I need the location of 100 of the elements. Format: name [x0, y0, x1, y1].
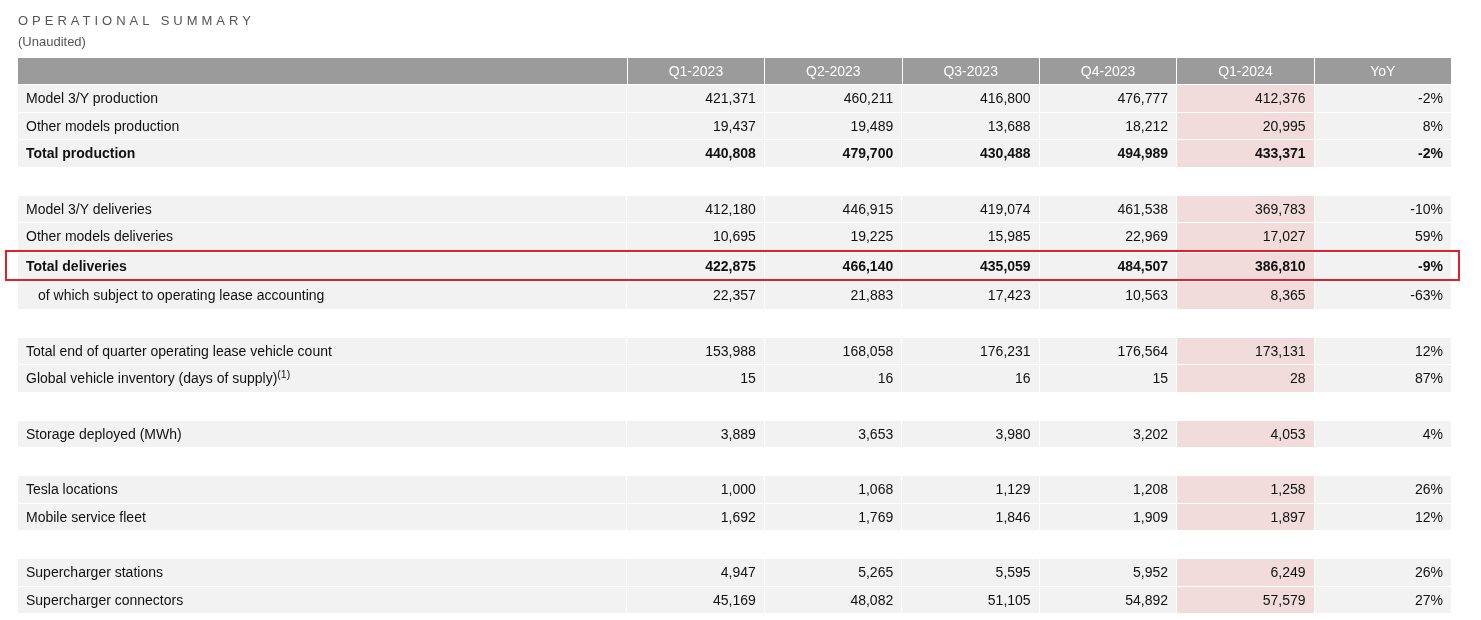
table-cell: 422,875 [626, 251, 764, 279]
table-cell: 5,265 [763, 558, 902, 586]
table-cell: 4,947 [626, 558, 764, 586]
table-cell: 21,883 [763, 281, 902, 309]
table-cell: 45,169 [626, 585, 764, 613]
table-cell: 1,909 [1038, 502, 1177, 530]
table-cell: 15 [1038, 364, 1177, 392]
table-cell: 412,180 [626, 194, 764, 222]
table-cell: 460,211 [763, 84, 902, 112]
table-cell: 1,846 [901, 502, 1039, 530]
table-cell: 1,692 [626, 502, 764, 530]
table-cell: 17,423 [901, 281, 1039, 309]
table-cell: 19,489 [763, 111, 902, 139]
table-cell: 15,985 [901, 222, 1039, 250]
table-cell: 26% [1313, 475, 1451, 503]
table-cell: 173,131 [1176, 336, 1314, 364]
table-cell: -63% [1313, 281, 1451, 309]
table-cell: -10% [1313, 194, 1451, 222]
table-cell: 476,777 [1038, 84, 1177, 112]
table-cell: 386,810 [1176, 251, 1314, 279]
table-cell: 10,563 [1038, 281, 1177, 309]
table-cell: 176,231 [901, 336, 1039, 364]
table-cell: 10,695 [626, 222, 764, 250]
report-subtitle: (Unaudited) [18, 33, 86, 51]
table-cell: 1,068 [763, 475, 902, 503]
table-cell: 176,564 [1038, 336, 1177, 364]
table-cell: 440,808 [626, 139, 764, 167]
table-cell: 1,000 [626, 475, 764, 503]
table-cell: 461,538 [1038, 194, 1177, 222]
row-label: of which subject to operating lease accounting [18, 281, 627, 309]
row-label: Other models deliveries [18, 222, 627, 250]
table-cell: -9% [1313, 251, 1451, 279]
table-cell: 8,365 [1176, 281, 1314, 309]
table-cell: 51,105 [901, 585, 1039, 613]
row-label: Tesla locations [18, 475, 627, 503]
table-cell: 57,579 [1176, 585, 1314, 613]
table-cell: 22,357 [626, 281, 764, 309]
table-cell: 87% [1313, 364, 1451, 392]
table-cell: 4% [1313, 419, 1451, 447]
table-cell: 494,989 [1038, 139, 1177, 167]
table-cell: -2% [1313, 84, 1451, 112]
table-cell: 3,889 [626, 419, 764, 447]
table-cell: 1,258 [1176, 475, 1314, 503]
row-label: Supercharger stations [18, 558, 627, 586]
table-cell: 28 [1176, 364, 1314, 392]
row-label: Supercharger connectors [18, 585, 627, 613]
table-cell: 12% [1313, 336, 1451, 364]
table-cell: 18,212 [1038, 111, 1177, 139]
table-cell: -2% [1313, 139, 1451, 167]
table-cell: 59% [1313, 222, 1451, 250]
table-cell: 419,074 [901, 194, 1039, 222]
table-cell: 435,059 [901, 251, 1039, 279]
table-cell: 17,027 [1176, 222, 1314, 250]
table-cell: 27% [1313, 585, 1451, 613]
table-cell: 153,988 [626, 336, 764, 364]
table-cell: 20,995 [1176, 111, 1314, 139]
table-cell: 48,082 [763, 585, 902, 613]
row-label: Total end of quarter operating lease vehicle count [18, 336, 627, 364]
table-cell: 446,915 [763, 194, 902, 222]
table-cell: 8% [1313, 111, 1451, 139]
table-cell: 22,969 [1038, 222, 1177, 250]
table-cell: 1,769 [763, 502, 902, 530]
table-cell: 433,371 [1176, 139, 1314, 167]
table-cell: 168,058 [763, 336, 902, 364]
table-cell: 479,700 [763, 139, 902, 167]
table-cell: 3,653 [763, 419, 902, 447]
row-label: Mobile service fleet [18, 502, 627, 530]
table-cell: 1,129 [901, 475, 1039, 503]
table-cell: 369,783 [1176, 194, 1314, 222]
table-cell: 12% [1313, 502, 1451, 530]
table-cell: 19,225 [763, 222, 902, 250]
table-cell: 3,202 [1038, 419, 1177, 447]
table-cell: 19,437 [626, 111, 764, 139]
table-cell: 3,980 [901, 419, 1039, 447]
column-header: Q3-2023 [901, 58, 1039, 84]
report-title: OPERATIONAL SUMMARY [18, 12, 255, 30]
table-cell: 484,507 [1038, 251, 1177, 279]
row-label: Total production [18, 139, 627, 167]
row-label: Global vehicle inventory (days of supply)$^{(1)}$ [18, 364, 627, 392]
row-label: Total deliveries [18, 251, 627, 279]
table-cell: 466,140 [763, 251, 902, 279]
column-header: Q2-2023 [764, 58, 902, 84]
table-cell: 4,053 [1176, 419, 1314, 447]
table-cell: 16 [901, 364, 1039, 392]
table-cell: 5,595 [901, 558, 1039, 586]
table-cell: 54,892 [1038, 585, 1177, 613]
column-header: Q4-2023 [1038, 58, 1177, 84]
table-cell: 13,688 [901, 111, 1039, 139]
row-label: Storage deployed (MWh) [18, 419, 627, 447]
table-cell: 421,371 [626, 84, 764, 112]
column-header: Q1-2024 [1176, 58, 1314, 84]
table-cell: 1,208 [1038, 475, 1177, 503]
table-cell: 6,249 [1176, 558, 1314, 586]
row-label: Other models production [18, 111, 627, 139]
column-header: Q1-2023 [626, 58, 765, 84]
table-cell: 430,488 [901, 139, 1039, 167]
table-cell: 416,800 [901, 84, 1039, 112]
table-cell: 26% [1313, 558, 1451, 586]
column-header: YoY [1313, 58, 1451, 84]
table-cell: 5,952 [1038, 558, 1177, 586]
